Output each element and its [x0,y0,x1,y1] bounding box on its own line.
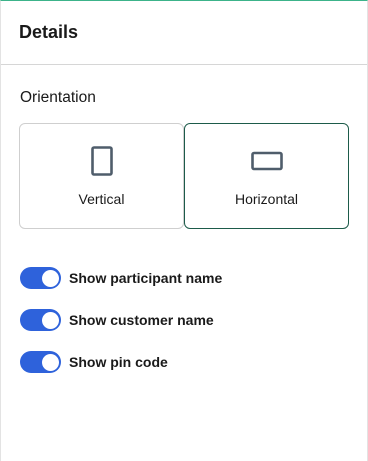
show-pin-code-label: Show pin code [69,354,168,370]
landscape-rectangle-icon [250,146,283,176]
orientation-label: Orientation [20,89,96,106]
show-participant-name-toggle[interactable] [20,267,61,289]
orientation-vertical-option[interactable]: Vertical [19,123,184,229]
toggle-knob [41,311,59,329]
show-pin-code-toggle[interactable] [20,351,61,373]
toggle-knob [41,353,59,371]
toggle-knob [41,269,59,287]
show-customer-name-row: Show customer name [20,309,214,331]
show-pin-code-row: Show pin code [20,351,168,373]
orientation-vertical-label: Vertical [78,191,125,207]
portrait-rectangle-icon [90,146,113,176]
orientation-horizontal-label: Horizontal [234,191,299,207]
show-customer-name-toggle[interactable] [20,309,61,331]
orientation-horizontal-option[interactable]: Horizontal [184,123,349,229]
show-customer-name-label: Show customer name [69,312,214,328]
panel-title: Details [19,22,79,42]
show-participant-name-label: Show participant name [69,270,223,286]
show-participant-name-row: Show participant name [20,267,222,289]
panel-header: Details [1,1,367,65]
details-panel: Details Orientation Vertical Horizontal … [0,0,368,461]
